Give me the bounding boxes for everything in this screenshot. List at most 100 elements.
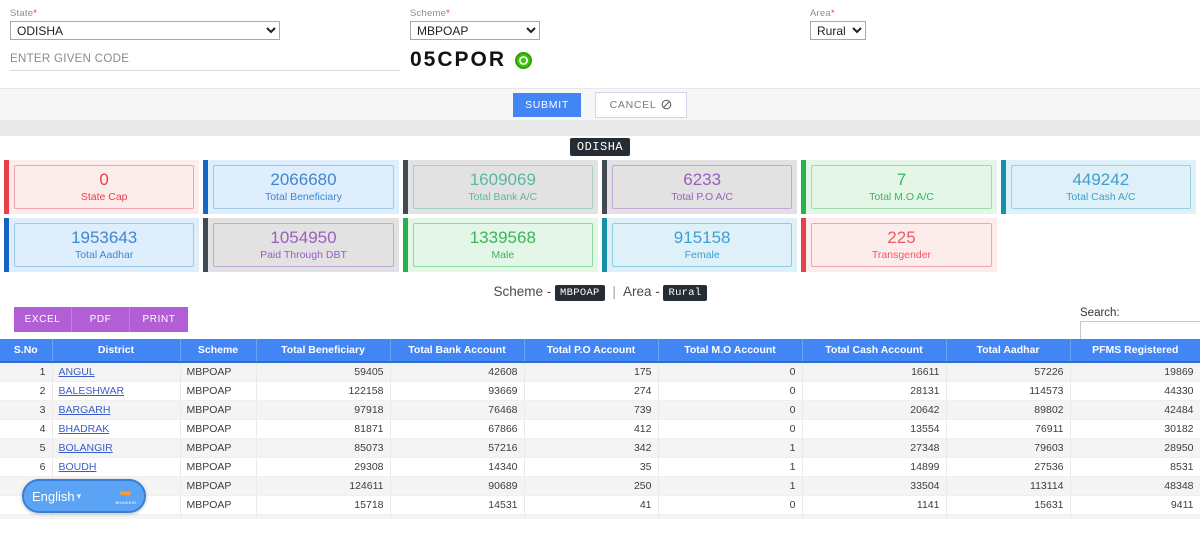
summary-card-label: Paid Through DBT	[260, 249, 347, 261]
summary-card-body: 7 Total M.O A/C	[811, 165, 992, 209]
row-total-bank-account: 67866	[390, 419, 525, 439]
summary-card[interactable]: 0 State Cap	[4, 160, 200, 214]
bhashini-logo: ➥ BHASHINI	[116, 485, 137, 505]
th-pfms[interactable]: PFMS Registered	[1070, 339, 1200, 363]
export-button-group: EXCEL PDF PRINT	[14, 307, 188, 332]
summary-card-accent-bar	[801, 160, 807, 214]
summary-card-value: 6233	[683, 170, 722, 189]
summary-card-label: Total M.O A/C	[869, 191, 934, 203]
language-selector-widget[interactable]: English ▾ ➥ BHASHINI	[22, 479, 146, 513]
export-print-button[interactable]: PRINT	[130, 307, 188, 332]
summary-card[interactable]: 1953643 Total Aadhar	[4, 218, 200, 272]
submit-button[interactable]: SUBMIT	[513, 92, 581, 117]
context-divider: |	[612, 284, 616, 299]
export-pdf-button[interactable]: PDF	[72, 307, 130, 332]
row-total-cash-account: 13554	[802, 419, 947, 439]
summary-card-accent-bar	[203, 160, 209, 214]
row-pfms-registered: 42484	[1070, 400, 1200, 420]
summary-card-value: 1054950	[270, 228, 337, 247]
table-row[interactable]: 8DEOGARHMBPOAP15718145314101141156319411	[0, 495, 1200, 515]
row-district[interactable]: BALESHWAR	[52, 381, 181, 401]
bhashini-mark-icon: ➥	[119, 485, 133, 502]
cancel-button[interactable]: CANCEL	[595, 91, 687, 118]
area-label-text: Area	[810, 8, 831, 19]
given-code-input[interactable]	[10, 50, 400, 71]
summary-card[interactable]: 449242 Total Cash A/C	[1000, 160, 1196, 214]
row-district[interactable]: DHENKANAL	[52, 514, 181, 519]
table-row[interactable]: 6 BOUDH MBPOAP 29308 14340 35 1 14899 27536 8531	[0, 457, 1200, 477]
table-search: Search:	[1080, 307, 1200, 340]
search-input[interactable]	[1080, 321, 1200, 340]
scheme-field: Scheme* MBPOAP	[410, 8, 540, 40]
row-district[interactable]: BOLANGIR	[52, 438, 181, 458]
th-bank[interactable]: Total Bank Account	[390, 339, 525, 363]
summary-card[interactable]: 1054950 Paid Through DBT	[203, 218, 399, 272]
state-field: State* ODISHA	[10, 8, 280, 40]
summary-card-accent-bar	[203, 218, 209, 272]
summary-card-body: 1339568 Male	[412, 223, 593, 267]
state-select[interactable]: ODISHA	[10, 21, 280, 40]
district-link[interactable]: BHADRAK	[59, 423, 110, 435]
district-link[interactable]: ANGUL	[59, 366, 95, 378]
row-district[interactable]: ANGUL	[52, 362, 181, 382]
row-serial: 4	[0, 419, 53, 439]
scheme-label-text: Scheme	[410, 8, 447, 19]
captcha-block: 05CPOR	[410, 48, 533, 72]
query-form-panel: State* ODISHA Scheme* MBPOAP Area* Rural…	[0, 0, 1200, 88]
district-link[interactable]: DHENKANAL	[59, 518, 123, 519]
language-selector-label: English	[32, 488, 75, 504]
summary-card[interactable]: 6233 Total P.O A/C	[601, 160, 798, 214]
report-table-scroll[interactable]: S.No District Scheme Total Beneficiary T…	[0, 339, 1200, 519]
row-total-bank-account: 76468	[390, 400, 525, 420]
th-cash[interactable]: Total Cash Account	[802, 339, 947, 363]
table-row[interactable]: 1 ANGUL MBPOAP 59405 42608 175 0 16611 57226 1986…	[0, 362, 1200, 382]
district-link[interactable]: BOLANGIR	[59, 442, 113, 454]
summary-card[interactable]: 7 Total M.O A/C	[801, 160, 997, 214]
summary-card[interactable]: 1339568 Male	[402, 218, 598, 272]
export-excel-button[interactable]: EXCEL	[14, 307, 72, 332]
summary-card[interactable]: 225 Transgender	[801, 218, 997, 272]
row-total-aadhar: 76911	[946, 419, 1071, 439]
summary-card-label: Male	[491, 249, 515, 261]
summary-card-accent-bar	[4, 218, 9, 272]
th-mo[interactable]: Total M.O Account	[658, 339, 803, 363]
table-row[interactable]: 2 BALESHWAR MBPOAP 122158 93669 274 0 28131 1145…	[0, 381, 1200, 401]
row-district[interactable]: BHADRAK	[52, 419, 181, 439]
summary-card[interactable]: 2066680 Total Beneficiary	[203, 160, 399, 214]
summary-card[interactable]: 915158 Female	[601, 218, 798, 272]
th-po[interactable]: Total P.O Account	[524, 339, 659, 363]
given-code-field	[10, 50, 400, 71]
row-scheme: MBPOAP	[180, 457, 257, 477]
summary-card-accent-bar	[801, 218, 807, 272]
th-scheme[interactable]: Scheme	[180, 339, 257, 363]
table-row[interactable]: 3 BARGARH MBPOAP 97918 76468 739 0 20642 89802 42…	[0, 400, 1200, 420]
table-row[interactable]: 9 DHENKANAL MBPOAP587845365213904902565932…	[0, 514, 1200, 519]
summary-card[interactable]: 1609069 Total Bank A/C	[402, 160, 598, 214]
ban-icon	[661, 99, 672, 110]
th-sno[interactable]: S.No	[0, 339, 53, 363]
row-district[interactable]: BARGARH	[52, 400, 181, 420]
row-total-mo-account: 0	[658, 381, 803, 401]
area-select[interactable]: Rural	[810, 21, 866, 40]
summary-card-label: Female	[684, 249, 720, 261]
row-total-cash-account: 27348	[802, 438, 947, 458]
scheme-select[interactable]: MBPOAP	[410, 21, 540, 40]
table-row[interactable]: 4 BHADRAK MBPOAP 81871 67866 412 0 13554 76911 30…	[0, 419, 1200, 439]
district-link[interactable]: BALESHWAR	[59, 385, 125, 397]
scheme-required-mark: *	[446, 8, 450, 19]
th-district[interactable]: District	[52, 339, 181, 363]
table-row[interactable]: 7CUTTACKMBPOAP12461190689250133504113114…	[0, 476, 1200, 496]
row-pfms-registered: 19869	[1070, 362, 1200, 382]
row-total-aadhar: 89802	[946, 400, 1071, 420]
table-row[interactable]: 5 BOLANGIR MBPOAP 85073 57216 342 1 27348 79603 2…	[0, 438, 1200, 458]
district-link[interactable]: BARGARH	[59, 404, 111, 416]
section-divider	[0, 120, 1200, 136]
refresh-icon[interactable]	[515, 51, 533, 69]
summary-card-accent-bar	[402, 218, 408, 272]
state-required-mark: *	[33, 8, 38, 19]
th-beneficiary[interactable]: Total Beneficiary	[256, 339, 391, 363]
row-total-bank-account: 14340	[390, 457, 525, 477]
th-aadhar[interactable]: Total Aadhar	[946, 339, 1071, 363]
district-link[interactable]: BOUDH	[59, 461, 97, 473]
row-district[interactable]: BOUDH	[52, 457, 181, 477]
